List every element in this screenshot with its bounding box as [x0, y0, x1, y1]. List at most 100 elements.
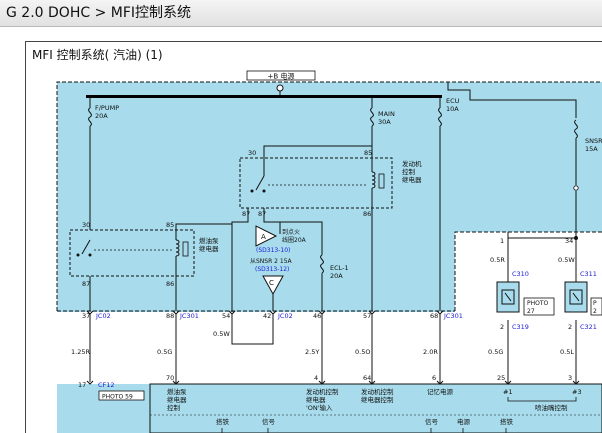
wire-label-20r: 2.0R	[423, 348, 438, 356]
conn-57-pin: 57	[363, 312, 371, 320]
fuse-ecu-name: ECU	[446, 97, 460, 105]
fuse-main-rating: 30A	[378, 118, 391, 126]
pcm-label-memory: 记忆电源	[427, 387, 454, 396]
inj3-bottom-pin: 2	[568, 323, 572, 331]
fuse-main-name: MAIN	[378, 110, 395, 118]
inj3-connector-bottom: C321	[580, 323, 597, 331]
conn-42-name: JC02	[277, 312, 293, 320]
wire-label-05w-mid: 0.5W	[213, 330, 230, 338]
engine-relay-contact-b	[262, 189, 266, 193]
inj1-photo-num: 27	[527, 308, 535, 315]
pcm-pin-70: 70	[166, 374, 174, 382]
wire-label-25y: 2.5Y	[305, 348, 319, 356]
fuelpump-relay-pin-86: 86	[166, 280, 174, 288]
inj1-connector-bottom: C319	[512, 323, 529, 331]
snsr-terminal	[573, 185, 579, 191]
fuse-fpump-rating: 20A	[95, 112, 108, 120]
lower-area-right	[455, 311, 602, 384]
wire-label-05o: 0.5O	[355, 348, 370, 356]
power-input-terminal	[276, 84, 284, 92]
engine-relay-pin-30: 30	[248, 149, 256, 157]
fuelpump-relay-pin-87: 87	[82, 280, 90, 288]
pcm-bottom-power: 电源	[457, 417, 471, 426]
pcm-label-injctl: 喷油嘴控制	[535, 403, 568, 412]
inj1-connector-top: C310	[512, 270, 529, 278]
inj1-top-pin: 1	[500, 237, 504, 245]
fuelpump-relay-label2: 继电器	[199, 244, 219, 253]
pcm-bottom-ground2: 搭铁	[500, 417, 514, 426]
pcm-pin-25: 25	[497, 374, 505, 382]
power-label: +B 电源	[268, 72, 295, 81]
pcm-label-fuel3: 控制	[167, 403, 181, 412]
engine-relay-label2: 控制	[402, 167, 416, 176]
pcm-label-fuel2: 继电器	[167, 395, 187, 404]
wire-label-05g-right: 0.5G	[488, 348, 503, 356]
indicator-C-letter: C	[269, 279, 274, 287]
inj-junction	[574, 236, 578, 240]
conn-68-pin: 68	[430, 312, 438, 320]
indicator-A-text2: 线圈20A	[282, 236, 307, 244]
engine-relay-pin-86: 86	[363, 210, 371, 218]
cf12-pin: 17	[78, 381, 86, 389]
inj3-top-pin: 34	[565, 237, 573, 245]
fuelpump-relay-label1: 燃油泵	[199, 236, 219, 245]
pcm-bottom-signal2: 信号	[425, 417, 439, 426]
wire-label-05g: 0.5G	[157, 348, 172, 356]
wire-label-05w-right: 0.5W	[558, 256, 575, 264]
bus-bar	[86, 95, 442, 98]
inj3-photo: P	[593, 300, 597, 307]
indicator-A-text1: 到点火	[282, 228, 300, 236]
pcm-pin-6: 6	[432, 374, 436, 382]
indicator-A-letter: A	[261, 233, 266, 241]
engine-relay-label1: 发动机	[402, 159, 422, 168]
indicator-C-ref: (SD313-12)	[255, 266, 289, 273]
inj1-bottom-pin: 2	[500, 323, 504, 331]
pcm-pin-64: 64	[363, 374, 371, 382]
conn-88-pin: 88	[166, 312, 174, 320]
pcm-label-inj3: #3	[572, 388, 582, 396]
fuse-ecl1-rating: 20A	[330, 272, 343, 280]
conn-46-pin: 46	[313, 312, 321, 320]
conn-88-name: JC301	[179, 312, 199, 320]
pcm-pin-4: 4	[314, 374, 318, 382]
engine-relay-pin-87b: 87	[258, 210, 266, 218]
conn-37-name: JC02	[95, 312, 111, 320]
pcm-label-engctl2: 继电器控制	[361, 395, 394, 404]
conn-42-pin: 42	[263, 312, 271, 320]
wire-label-05r: 0.5R	[490, 256, 505, 264]
conn-54-pin: 54	[222, 312, 230, 320]
fuse-snsr-name: SNSR	[585, 137, 602, 145]
pcm-label-engon2: 继电器	[306, 395, 326, 404]
inj3-connector-top: C311	[580, 270, 597, 278]
pcm-label-engon1: 发动机控制	[306, 387, 339, 396]
fuse-ecu-rating: 10A	[446, 105, 459, 113]
conn-68-name: JC301	[443, 312, 463, 320]
pcm-bottom-signal1: 信号	[262, 417, 276, 426]
wire-label-05l: 0.5L	[560, 348, 574, 356]
engine-relay-label3: 继电器	[402, 175, 422, 184]
lower-area	[57, 312, 455, 384]
pcm-bottom-ground1: 搭铁	[216, 417, 230, 426]
pcm-label-inj1: #1	[503, 388, 513, 396]
engine-relay-pin-85: 85	[364, 149, 372, 157]
fuelpump-relay-contact-b	[88, 253, 92, 257]
pcm-label-engctl1: 发动机控制	[361, 387, 394, 396]
fuelpump-relay-pin-30: 30	[82, 221, 90, 229]
pcm-pin-3: 3	[568, 374, 572, 382]
cf12-photo: PHOTO 59	[102, 394, 133, 401]
indicator-C-text: 从SNSR 2 15A	[250, 258, 293, 265]
fuse-fpump-name: F/PUMP	[95, 104, 119, 112]
fuelpump-relay-pin-85: 85	[166, 221, 174, 229]
wire-label-125r: 1.25R	[71, 348, 90, 356]
fuse-snsr-rating: 15A	[585, 145, 598, 153]
pcm-label-engon3: 'ON'输入	[306, 403, 333, 412]
inj1-photo: PHOTO	[527, 300, 549, 307]
engine-relay-pin-87a: 87	[242, 210, 250, 218]
wiring-diagram: +B 电源 F/PUMP 20A MAIN 30A ECU 10A SNSR 1…	[56, 70, 602, 433]
fuse-ecl1-name: ECL-1	[330, 264, 349, 272]
fuelpump-relay-contact-a	[76, 253, 80, 257]
pcm-label-fuel1: 燃油泵	[167, 387, 187, 396]
cf12-name: CF12	[98, 381, 115, 389]
engine-relay-contact-a	[250, 189, 254, 193]
inj3-photo-num: 2	[593, 308, 597, 315]
